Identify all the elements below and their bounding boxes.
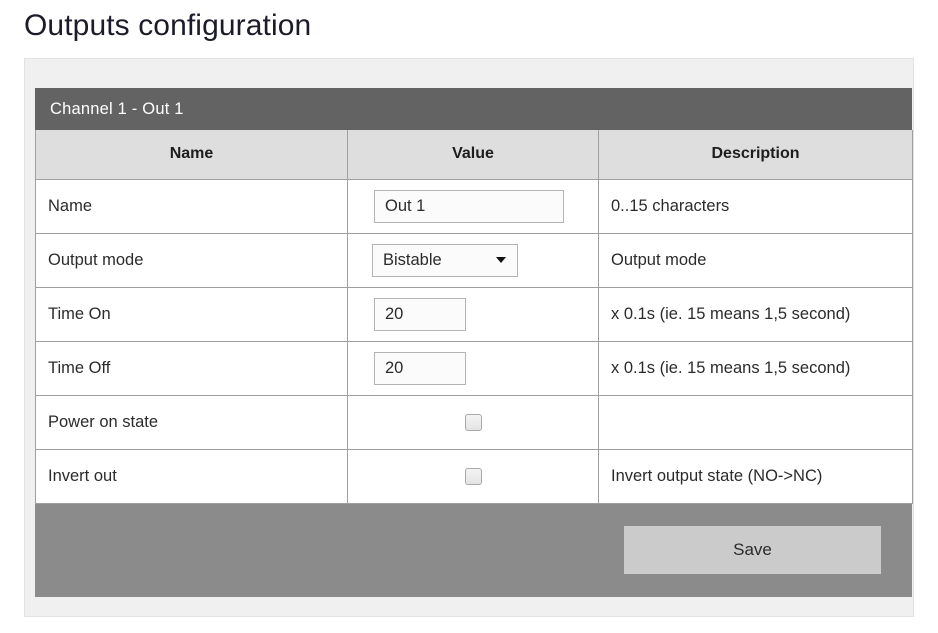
column-header-description: Description (598, 130, 913, 180)
row-value-time-off (347, 340, 599, 396)
table-row: Name 0..15 characters (35, 178, 913, 234)
table-row: Time Off x 0.1s (ie. 15 means 1,5 second… (35, 340, 913, 396)
table-row: Power on state (35, 394, 913, 450)
table-row: Time On x 0.1s (ie. 15 means 1,5 second) (35, 286, 913, 342)
row-description-time-off: x 0.1s (ie. 15 means 1,5 second) (598, 340, 913, 396)
row-description-invert-out: Invert output state (NO->NC) (598, 448, 913, 504)
row-value-invert-out (347, 448, 599, 504)
row-description-output-mode: Output mode (598, 232, 913, 288)
row-label-output-mode: Output mode (35, 232, 348, 288)
output-mode-select[interactable]: Bistable (372, 243, 518, 277)
card-footer: Save (35, 503, 912, 597)
invert-out-checkbox[interactable] (464, 467, 482, 485)
row-description-power-on-state (598, 394, 913, 450)
row-value-name (347, 178, 599, 234)
row-label-time-off: Time Off (35, 340, 348, 396)
table-row: Output mode Bistable Output mode (35, 232, 913, 288)
channel-config-card: Channel 1 - Out 1 Name Value Description… (35, 88, 913, 597)
row-value-power-on-state (347, 394, 599, 450)
row-description-time-on: x 0.1s (ie. 15 means 1,5 second) (598, 286, 913, 342)
outputs-config-table: Name Value Description Name 0..15 charac… (35, 130, 913, 504)
row-value-output-mode: Bistable (347, 232, 599, 288)
column-header-value: Value (347, 130, 599, 180)
row-label-power-on-state: Power on state (35, 394, 348, 450)
row-description-name: 0..15 characters (598, 178, 913, 234)
name-input[interactable] (374, 189, 564, 223)
time-off-input[interactable] (374, 351, 466, 385)
time-on-input[interactable] (374, 297, 466, 331)
row-label-time-on: Time On (35, 286, 348, 342)
table-header-row: Name Value Description (35, 130, 913, 180)
outer-panel: Channel 1 - Out 1 Name Value Description… (24, 58, 914, 617)
power-on-state-checkbox[interactable] (464, 413, 482, 431)
row-label-invert-out: Invert out (35, 448, 348, 504)
save-button[interactable]: Save (624, 525, 881, 574)
row-label-name: Name (35, 178, 348, 234)
row-value-time-on (347, 286, 599, 342)
card-title: Channel 1 - Out 1 (35, 88, 912, 130)
page-title: Outputs configuration (24, 9, 312, 42)
chevron-down-icon (496, 257, 506, 263)
column-header-name: Name (35, 130, 348, 180)
table-row: Invert out Invert output state (NO->NC) (35, 448, 913, 504)
